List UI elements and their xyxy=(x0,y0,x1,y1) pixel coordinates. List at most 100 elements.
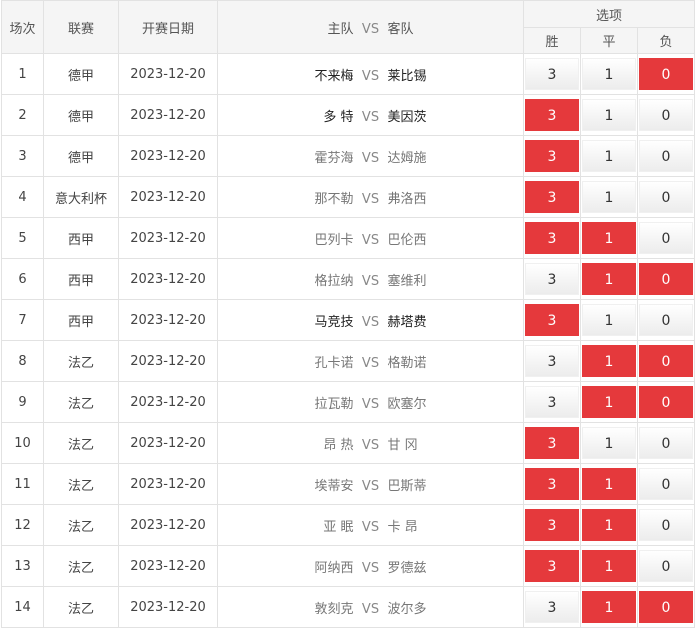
option-lose-button[interactable]: 0 xyxy=(639,140,693,172)
option-draw-button[interactable]: 1 xyxy=(582,263,636,295)
vs-label: VS xyxy=(361,437,380,453)
vs-label: VS xyxy=(361,109,380,125)
vs-label: VS xyxy=(361,355,380,371)
vs-label: VS xyxy=(361,191,380,207)
option-win-button[interactable]: 3 xyxy=(525,222,579,254)
home-team: 埃蒂安 xyxy=(314,478,354,494)
option-lose-button[interactable]: 0 xyxy=(639,222,693,254)
option-lose-button[interactable]: 0 xyxy=(639,550,693,582)
option-win-button[interactable]: 3 xyxy=(525,345,579,377)
header-teams: 主队 VS 客队 xyxy=(217,0,524,54)
away-team: 达姆施 xyxy=(387,150,427,166)
away-team: 格勒诺 xyxy=(387,355,427,371)
option-win-button[interactable]: 3 xyxy=(525,591,579,623)
match-list: 1 德甲 2023-12-20 不来梅 VS 莱比锡 3 1 0 2 德甲 2023-12-20 多 特… xyxy=(1,53,695,628)
match-row: 8 法乙 2023-12-20 孔卡诺 VS 格勒诺 3 1 0 xyxy=(1,340,695,382)
match-date: 2023-12-20 xyxy=(118,422,218,464)
away-team: 莱比锡 xyxy=(387,68,427,84)
match-row: 13 法乙 2023-12-20 阿纳西 VS 罗德兹 3 1 0 xyxy=(1,545,695,587)
match-index: 13 xyxy=(1,545,44,587)
match-league: 德甲 xyxy=(43,94,119,136)
option-draw-button[interactable]: 1 xyxy=(582,550,636,582)
home-team: 那不勒 xyxy=(314,191,354,207)
header-away: 客队 xyxy=(387,21,414,37)
match-league: 西甲 xyxy=(43,299,119,341)
away-team: 甘 冈 xyxy=(387,437,418,453)
match-teams: 马竞技 VS 赫塔费 xyxy=(217,299,524,341)
away-team: 巴伦西 xyxy=(387,232,427,248)
vs-label: VS xyxy=(361,150,380,166)
home-team: 阿纳西 xyxy=(314,560,354,576)
option-lose-button[interactable]: 0 xyxy=(639,345,693,377)
match-teams: 孔卡诺 VS 格勒诺 xyxy=(217,340,524,382)
option-win-button[interactable]: 3 xyxy=(525,386,579,418)
match-league: 法乙 xyxy=(43,422,119,464)
match-index: 9 xyxy=(1,381,44,423)
home-team: 昂 热 xyxy=(323,437,354,453)
match-row: 9 法乙 2023-12-20 拉瓦勒 VS 欧塞尔 3 1 0 xyxy=(1,381,695,423)
option-win-button[interactable]: 3 xyxy=(525,304,579,336)
option-draw-button[interactable]: 1 xyxy=(582,140,636,172)
match-date: 2023-12-20 xyxy=(118,176,218,218)
match-league: 法乙 xyxy=(43,381,119,423)
option-draw-button[interactable]: 1 xyxy=(582,509,636,541)
match-index: 10 xyxy=(1,422,44,464)
option-draw-button[interactable]: 1 xyxy=(582,99,636,131)
option-draw-button[interactable]: 1 xyxy=(582,222,636,254)
home-team: 巴列卡 xyxy=(314,232,354,248)
option-win-button[interactable]: 3 xyxy=(525,58,579,90)
option-lose-button[interactable]: 0 xyxy=(639,509,693,541)
match-teams: 昂 热 VS 甘 冈 xyxy=(217,422,524,464)
option-draw-button[interactable]: 1 xyxy=(582,345,636,377)
option-lose-button[interactable]: 0 xyxy=(639,58,693,90)
away-team: 赫塔费 xyxy=(387,314,427,330)
option-lose-button[interactable]: 0 xyxy=(639,468,693,500)
vs-label: VS xyxy=(361,560,380,576)
header-date: 开赛日期 xyxy=(118,0,218,54)
match-index: 1 xyxy=(1,53,44,95)
option-draw-button[interactable]: 1 xyxy=(582,468,636,500)
option-draw-button[interactable]: 1 xyxy=(582,591,636,623)
header-options: 选项 xyxy=(522,0,695,28)
option-lose-button[interactable]: 0 xyxy=(639,427,693,459)
option-win-button[interactable]: 3 xyxy=(525,550,579,582)
match-row: 1 德甲 2023-12-20 不来梅 VS 莱比锡 3 1 0 xyxy=(1,53,695,95)
option-lose-button[interactable]: 0 xyxy=(639,304,693,336)
option-draw-button[interactable]: 1 xyxy=(582,427,636,459)
option-lose-button[interactable]: 0 xyxy=(639,591,693,623)
home-team: 孔卡诺 xyxy=(314,355,354,371)
match-index: 12 xyxy=(1,504,44,546)
match-league: 法乙 xyxy=(43,504,119,546)
vs-label: VS xyxy=(361,396,380,412)
home-team: 敦刻克 xyxy=(314,601,354,617)
option-win-button[interactable]: 3 xyxy=(525,263,579,295)
option-win-button[interactable]: 3 xyxy=(525,509,579,541)
option-lose-button[interactable]: 0 xyxy=(639,181,693,213)
match-index: 5 xyxy=(1,217,44,259)
option-lose-button[interactable]: 0 xyxy=(639,99,693,131)
match-index: 7 xyxy=(1,299,44,341)
option-draw-button[interactable]: 1 xyxy=(582,386,636,418)
option-draw-button[interactable]: 1 xyxy=(582,181,636,213)
header-vs: VS xyxy=(361,21,380,37)
option-win-button[interactable]: 3 xyxy=(525,140,579,172)
match-date: 2023-12-20 xyxy=(118,340,218,382)
away-team: 欧塞尔 xyxy=(387,396,427,412)
option-win-button[interactable]: 3 xyxy=(525,427,579,459)
match-league: 德甲 xyxy=(43,135,119,177)
option-lose-button[interactable]: 0 xyxy=(639,263,693,295)
option-win-button[interactable]: 3 xyxy=(525,468,579,500)
match-league: 法乙 xyxy=(43,586,119,628)
option-lose-button[interactable]: 0 xyxy=(639,386,693,418)
header-league: 联赛 xyxy=(43,0,119,54)
option-draw-button[interactable]: 1 xyxy=(582,304,636,336)
match-teams: 不来梅 VS 莱比锡 xyxy=(217,53,524,95)
match-date: 2023-12-20 xyxy=(118,135,218,177)
option-win-button[interactable]: 3 xyxy=(525,99,579,131)
option-win-button[interactable]: 3 xyxy=(525,181,579,213)
match-row: 4 意大利杯 2023-12-20 那不勒 VS 弗洛西 3 1 0 xyxy=(1,176,695,218)
header-win: 胜 xyxy=(523,27,581,54)
match-index: 8 xyxy=(1,340,44,382)
match-league: 西甲 xyxy=(43,217,119,259)
option-draw-button[interactable]: 1 xyxy=(582,58,636,90)
